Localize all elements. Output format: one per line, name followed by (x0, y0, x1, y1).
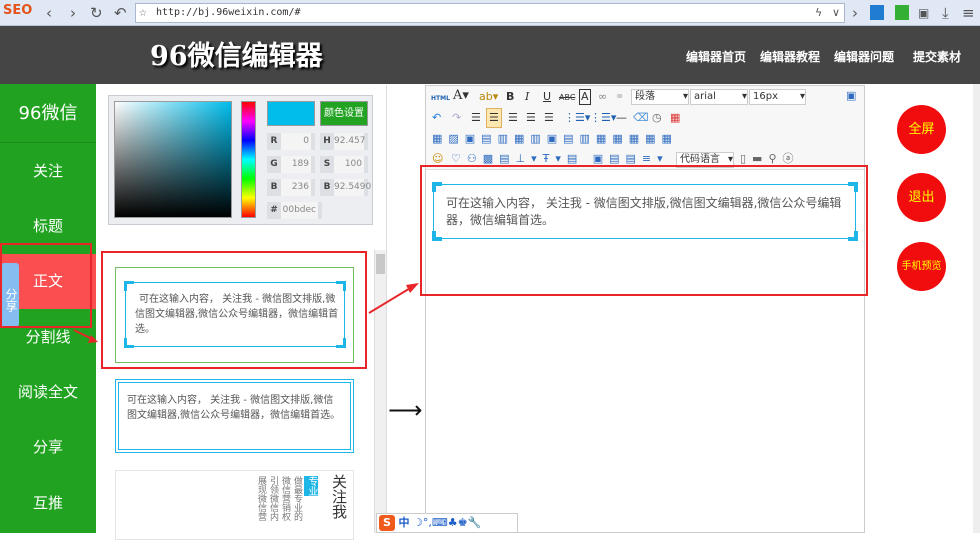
annotation-arrows (73, 283, 419, 343)
arrowhead (88, 335, 98, 343)
annotation-arrow (368, 286, 413, 314)
ime-toolbar[interactable]: S 中 ☽°,⌨♣♚🔧 (376, 513, 518, 533)
annotation-arrow (73, 329, 93, 340)
sogou-icon: S (379, 515, 395, 531)
ime-tools-icon[interactable]: ☽°,⌨♣♚🔧 (413, 516, 481, 529)
arrowhead (406, 283, 419, 293)
ime-mode[interactable]: 中 (399, 516, 410, 529)
